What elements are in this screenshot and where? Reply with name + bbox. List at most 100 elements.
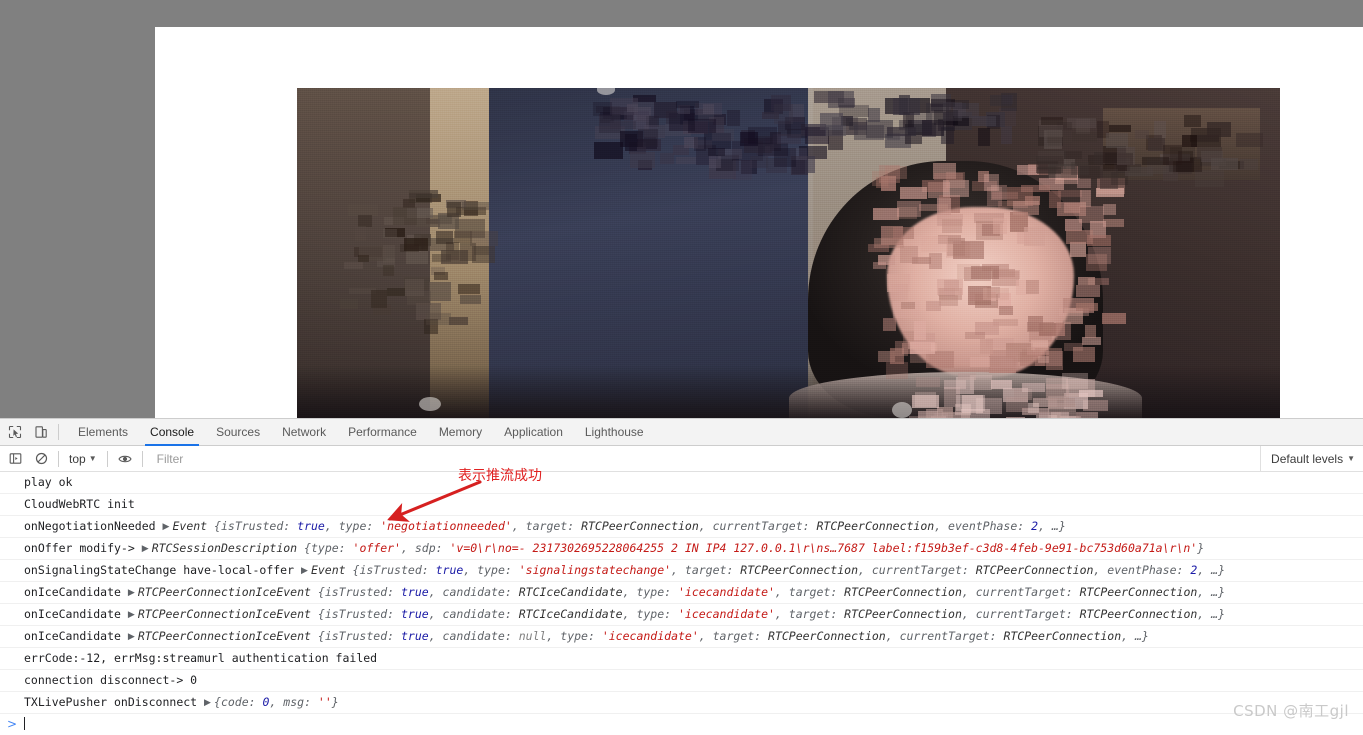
filterbar-divider-1: [58, 450, 59, 467]
console-filter-input[interactable]: [154, 449, 1255, 468]
browser-page-area: [155, 27, 1363, 418]
tab-application[interactable]: Application: [493, 419, 574, 446]
console-token: 'icecandidate': [677, 585, 775, 599]
console-token: 'v=0\r\no=- 2317302695228064255 2 IN IP4…: [449, 541, 1198, 555]
console-message-row[interactable]: onSignalingStateChange have-local-offer …: [0, 560, 1363, 582]
tab-memory[interactable]: Memory: [428, 419, 493, 446]
devtools-panel: Elements Console Sources Network Perform…: [0, 418, 1363, 735]
console-token: ,: [1093, 563, 1108, 577]
console-token: target:: [525, 519, 582, 533]
console-message-row[interactable]: onOffer modify-> ▶ RTCSessionDescription …: [0, 538, 1363, 560]
console-token: isTrusted:: [324, 585, 401, 599]
tab-sources[interactable]: Sources: [205, 419, 271, 446]
console-token: RTCIceCandidate: [518, 607, 623, 621]
console-token: currentTarget:: [871, 563, 976, 577]
expand-arrow-icon[interactable]: ▶: [128, 605, 138, 625]
console-token: currentTarget:: [975, 585, 1080, 599]
console-token: type:: [636, 585, 678, 599]
console-token: , …}: [1197, 585, 1225, 599]
tab-console[interactable]: Console: [139, 419, 205, 446]
console-token: eventPhase:: [1107, 563, 1191, 577]
clear-console-icon[interactable]: [28, 446, 54, 472]
console-token: RTCPeerConnection: [1003, 629, 1122, 643]
console-token: currentTarget:: [899, 629, 1004, 643]
console-token: 'icecandidate': [677, 607, 775, 621]
console-message-row[interactable]: TXLivePusher onDisconnect ▶ {code: 0, msg…: [0, 692, 1363, 714]
console-token: isTrusted:: [220, 519, 298, 533]
console-token: type:: [636, 607, 678, 621]
console-token: onIceCandidate: [24, 629, 128, 643]
expand-arrow-icon[interactable]: ▶: [204, 693, 214, 713]
console-token: ,: [428, 607, 443, 621]
console-message-row[interactable]: onNegotiationNeeded ▶ Event {isTrusted: t…: [0, 516, 1363, 538]
devtools-tab-list: Elements Console Sources Network Perform…: [67, 419, 655, 446]
console-token: eventPhase:: [948, 519, 1032, 533]
console-token: target:: [788, 585, 845, 599]
console-token: code:: [220, 695, 263, 709]
console-message-row[interactable]: errCode:-12, errMsg:streamurl authentica…: [0, 648, 1363, 670]
console-token: type:: [310, 541, 353, 555]
live-expression-icon[interactable]: [112, 446, 138, 472]
console-token: ,: [269, 695, 284, 709]
console-log-levels-selector[interactable]: Default levels ▼: [1260, 445, 1363, 472]
console-message-list[interactable]: play ok CloudWebRTC init onNegotiationNeed…: [0, 472, 1363, 735]
console-token: true: [297, 519, 325, 533]
tab-lighthouse[interactable]: Lighthouse: [574, 419, 655, 446]
console-message-row[interactable]: onIceCandidate ▶ RTCPeerConnectionIceEven…: [0, 604, 1363, 626]
expand-arrow-icon[interactable]: ▶: [301, 561, 311, 581]
console-context-selector[interactable]: top ▼: [63, 449, 103, 469]
console-token: isTrusted:: [324, 629, 401, 643]
expand-arrow-icon[interactable]: ▶: [128, 583, 138, 603]
video-control-dot-left: [418, 396, 441, 411]
console-token: currentTarget:: [975, 607, 1080, 621]
console-token: onIceCandidate: [24, 585, 128, 599]
inspect-element-icon[interactable]: [2, 419, 28, 445]
video-noise-grain: [297, 88, 1280, 418]
console-prompt-row[interactable]: >: [0, 714, 1363, 735]
tab-elements[interactable]: Elements: [67, 419, 139, 446]
console-token: }: [331, 695, 339, 709]
console-token: , …}: [1038, 519, 1066, 533]
console-token: ,: [934, 519, 949, 533]
console-message-row[interactable]: onIceCandidate ▶ RTCPeerConnectionIceEven…: [0, 582, 1363, 604]
filterbar-divider-3: [141, 450, 143, 467]
console-token: , …}: [1197, 563, 1226, 577]
expand-arrow-icon[interactable]: ▶: [142, 539, 152, 559]
console-token: ,: [622, 607, 637, 621]
console-message-row[interactable]: connection disconnect-> 0: [0, 670, 1363, 692]
console-token: ,: [622, 585, 637, 599]
console-token: RTCIceCandidate: [518, 585, 623, 599]
console-token: {: [214, 519, 221, 533]
console-message-row[interactable]: onIceCandidate ▶ RTCPeerConnectionIceEven…: [0, 626, 1363, 648]
console-log-levels-label: Default levels: [1271, 451, 1344, 466]
console-token: true: [435, 563, 464, 577]
expand-arrow-icon[interactable]: ▶: [162, 517, 172, 537]
console-token: ,: [961, 607, 976, 621]
console-token: ,: [671, 563, 685, 577]
prompt-chevron-icon: >: [7, 717, 18, 731]
console-token: {: [317, 585, 325, 599]
console-token: , …}: [1197, 607, 1225, 621]
console-token: ,: [324, 519, 339, 533]
device-toolbar-icon[interactable]: [28, 419, 54, 445]
console-token: ,: [858, 563, 872, 577]
console-token: target:: [712, 629, 769, 643]
console-token: {: [317, 629, 325, 643]
console-token: ,: [698, 519, 713, 533]
tab-network[interactable]: Network: [271, 419, 337, 446]
video-control-dot-right: [891, 401, 912, 418]
console-token: RTCPeerConnection: [844, 607, 962, 621]
tab-performance[interactable]: Performance: [337, 419, 428, 446]
expand-arrow-icon[interactable]: ▶: [128, 627, 138, 647]
filterbar-divider-2: [106, 450, 108, 467]
console-token: ,: [463, 563, 478, 577]
console-token: type:: [477, 563, 519, 577]
console-token: target:: [788, 607, 845, 621]
webrtc-video-player[interactable]: [297, 88, 1280, 418]
console-message-row[interactable]: CloudWebRTC init: [0, 494, 1363, 516]
console-token: ,: [774, 607, 789, 621]
console-message-row[interactable]: play ok: [0, 472, 1363, 494]
console-token: true: [400, 585, 429, 599]
console-sidebar-icon[interactable]: [2, 446, 28, 472]
console-token: ,: [885, 629, 900, 643]
